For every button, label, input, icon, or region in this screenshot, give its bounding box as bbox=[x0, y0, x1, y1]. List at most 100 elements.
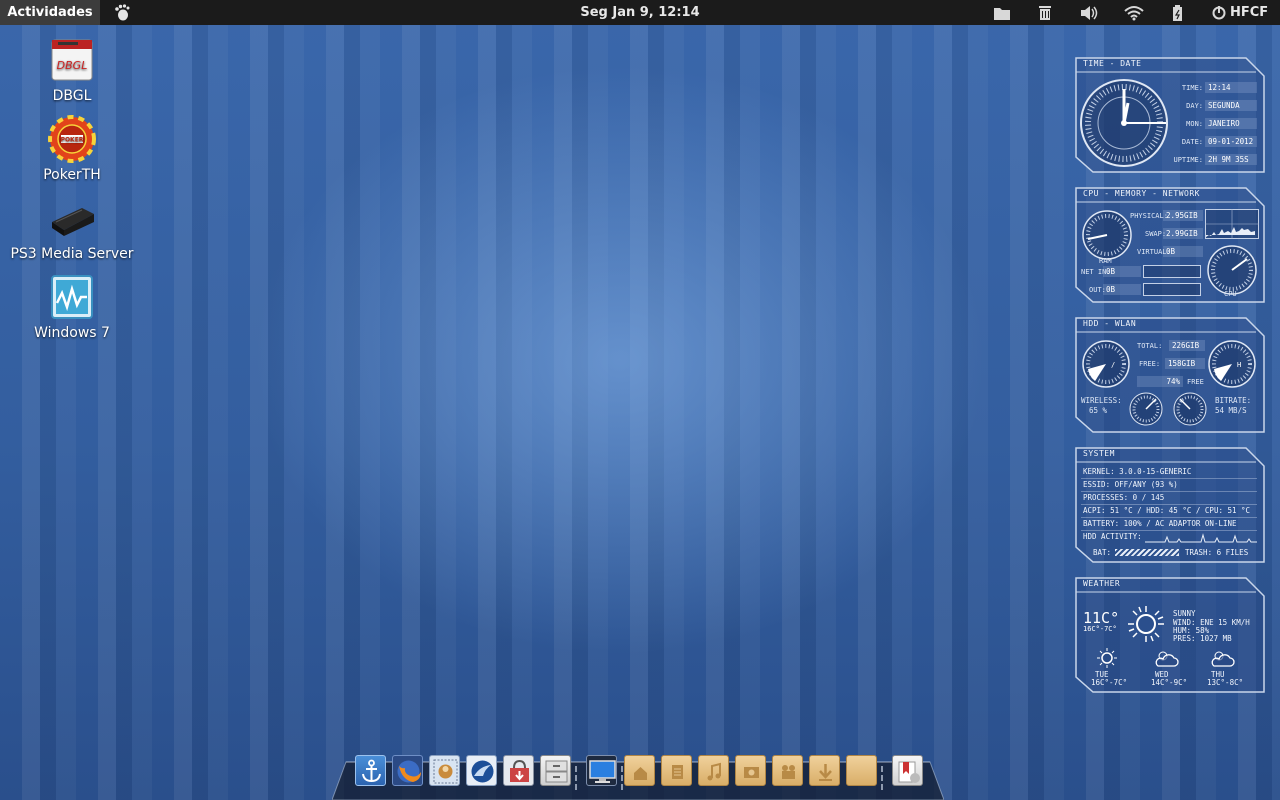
dock-separator bbox=[575, 766, 578, 790]
monitor-icon[interactable] bbox=[586, 755, 617, 786]
kernel-line: KERNEL: 3.0.0-15-GENERIC bbox=[1083, 467, 1192, 476]
cpu-label: CPU bbox=[1224, 290, 1237, 298]
trash-line: TRASH: 6 FILES bbox=[1185, 548, 1249, 557]
total-label: TOTAL: bbox=[1137, 342, 1163, 350]
weather-condition: SUNNY bbox=[1173, 609, 1196, 618]
forecast-range: 13C°-8C° bbox=[1207, 678, 1244, 687]
memory-graph bbox=[1205, 209, 1259, 239]
documents-folder-icon[interactable] bbox=[661, 755, 692, 786]
hdd-activity-line: HDD ACTIVITY: bbox=[1083, 532, 1142, 541]
temperatures-line: ACPI: 51 °C / HDD: 45 °C / CPU: 51 °C bbox=[1083, 506, 1251, 515]
firefox-icon[interactable] bbox=[392, 755, 423, 786]
bitrate-value: 54 MB/S bbox=[1215, 406, 1247, 415]
user-menu[interactable]: HFCF bbox=[1212, 0, 1280, 25]
cpu-gauge bbox=[1207, 245, 1257, 295]
pictures-folder-icon[interactable] bbox=[735, 755, 766, 786]
free-percent: 74% bbox=[1137, 376, 1183, 387]
time-date-row-value: 12:14 bbox=[1205, 82, 1257, 93]
gnome-foot-icon[interactable] bbox=[112, 3, 132, 22]
wifi-icon[interactable] bbox=[1124, 3, 1144, 22]
home-disk-gauge: H bbox=[1208, 340, 1256, 388]
anchor-icon[interactable] bbox=[355, 755, 386, 786]
activities-button[interactable]: Actividades bbox=[0, 0, 100, 25]
processes-line: PROCESSES: 0 / 145 bbox=[1083, 493, 1165, 502]
swap-value: 2.99GiB bbox=[1163, 228, 1203, 239]
sun-icon bbox=[1128, 606, 1164, 642]
battery-bar bbox=[1115, 549, 1179, 556]
essid-line: ESSID: OFF/ANY (93 %) bbox=[1083, 480, 1178, 489]
desktop-icon-ps3-media-server[interactable]: PS3 Media Server bbox=[0, 194, 144, 262]
widget-title: CPU - MEMORY - NETWORK bbox=[1083, 189, 1200, 198]
desktop-icon-label: PokerTH bbox=[43, 167, 101, 183]
music-folder-icon[interactable] bbox=[698, 755, 729, 786]
pressure-info: PRES: 1027 MB bbox=[1173, 634, 1232, 643]
desktop-icon-pokerth[interactable]: POKER PokerTH bbox=[0, 115, 144, 183]
clock[interactable]: Seg Jan 9, 12:14 bbox=[540, 0, 740, 25]
desktop-icon-label: Windows 7 bbox=[34, 325, 110, 341]
trash-bookmark-icon[interactable] bbox=[892, 755, 923, 786]
system-widget: SYSTEM KERNEL: 3.0.0-15-GENERIC ESSID: O… bbox=[1075, 447, 1265, 564]
videos-folder-icon[interactable] bbox=[772, 755, 803, 786]
dock bbox=[332, 752, 944, 800]
widget-title: SYSTEM bbox=[1083, 449, 1115, 458]
file-cabinet-icon[interactable] bbox=[540, 755, 571, 786]
free-label: FREE: bbox=[1139, 360, 1161, 368]
software-center-icon[interactable] bbox=[503, 755, 534, 786]
out-value: 0B bbox=[1103, 284, 1141, 295]
weather-widget: WEATHER 11C° 16C°-7C° SUNNY WIND: ENE 15… bbox=[1075, 577, 1265, 694]
time-date-row-label: MON: bbox=[1186, 120, 1203, 128]
hdd-activity-graph bbox=[1145, 533, 1257, 543]
virtual-value: 0B bbox=[1163, 246, 1203, 257]
user-name: HFCF bbox=[1230, 5, 1269, 20]
svg-text:/: / bbox=[1111, 361, 1115, 369]
widget-title: WEATHER bbox=[1083, 579, 1121, 588]
time-date-row-value: 09-01-2012 bbox=[1205, 136, 1257, 147]
net-in-value: 0B bbox=[1103, 266, 1141, 277]
time-date-row-label: TIME: bbox=[1181, 84, 1203, 92]
net-out-graph bbox=[1143, 283, 1201, 296]
pokerth-chip-icon: POKER bbox=[48, 115, 96, 163]
dock-separator bbox=[881, 766, 884, 790]
battery-bar-label: BAT: bbox=[1093, 548, 1112, 557]
widget-title: HDD - WLAN bbox=[1083, 319, 1137, 328]
time-date-row-value: SEGUNDA bbox=[1205, 100, 1257, 111]
svg-text:DBGL: DBGL bbox=[57, 59, 88, 72]
thunderbird-icon[interactable] bbox=[466, 755, 497, 786]
physical-value: 2.95GiB bbox=[1163, 210, 1203, 221]
free-value: 158GiB bbox=[1165, 358, 1205, 369]
dbgl-icon: DBGL bbox=[51, 39, 93, 81]
cloudy-forecast-icon bbox=[1155, 651, 1179, 667]
ram-gauge bbox=[1082, 210, 1132, 260]
desktop-icon-windows-7[interactable]: Windows 7 bbox=[0, 273, 144, 341]
time-date-row-label: DATE: bbox=[1181, 138, 1203, 146]
svg-text:H: H bbox=[1237, 361, 1241, 369]
battery-icon[interactable] bbox=[1168, 3, 1188, 22]
root-disk-gauge: / bbox=[1082, 340, 1130, 388]
mail-stamp-icon[interactable] bbox=[429, 755, 460, 786]
trash-icon[interactable] bbox=[1035, 3, 1055, 22]
desktop-icon-label: PS3 Media Server bbox=[10, 246, 134, 262]
temperature-range: 16C°-7C° bbox=[1083, 625, 1117, 633]
home-folder-icon[interactable] bbox=[624, 755, 655, 786]
sun-forecast-icon bbox=[1097, 648, 1117, 668]
volume-icon[interactable] bbox=[1079, 3, 1099, 22]
forecast-range: 14C°-9C° bbox=[1151, 678, 1188, 687]
cpu-memory-network-widget: CPU - MEMORY - NETWORK RAM PHYSICAL: 2.9… bbox=[1075, 187, 1265, 304]
desktop-icon-dbgl[interactable]: DBGL DBGL bbox=[0, 36, 144, 104]
bitrate-label: BITRATE: bbox=[1215, 396, 1252, 405]
time-date-row-label: DAY: bbox=[1186, 102, 1203, 110]
power-icon bbox=[1212, 5, 1226, 19]
top-panel: Actividades Seg Jan 9, 12:14 HFCF bbox=[0, 0, 1280, 25]
battery-line: BATTERY: 100% / AC ADAPTOR ON-LINE bbox=[1083, 519, 1237, 528]
ram-label: RAM bbox=[1099, 257, 1112, 265]
ps3-console-icon bbox=[52, 208, 94, 236]
time-date-widget: TIME - DATE TIME: 12:14 DAY: SEGUNDA MON: JAN… bbox=[1075, 57, 1265, 174]
files-folder-icon[interactable] bbox=[992, 3, 1012, 22]
folder-icon[interactable] bbox=[846, 755, 877, 786]
windows-vm-icon bbox=[51, 275, 93, 319]
time-date-row-value: JANEIRO bbox=[1205, 118, 1257, 129]
free-percent-label: FREE bbox=[1187, 378, 1204, 386]
downloads-folder-icon[interactable] bbox=[809, 755, 840, 786]
forecast-range: 16C°-7C° bbox=[1091, 678, 1128, 687]
hdd-wlan-widget: HDD - WLAN / H TOTAL: 226GiB FREE: 158Gi… bbox=[1075, 317, 1265, 434]
